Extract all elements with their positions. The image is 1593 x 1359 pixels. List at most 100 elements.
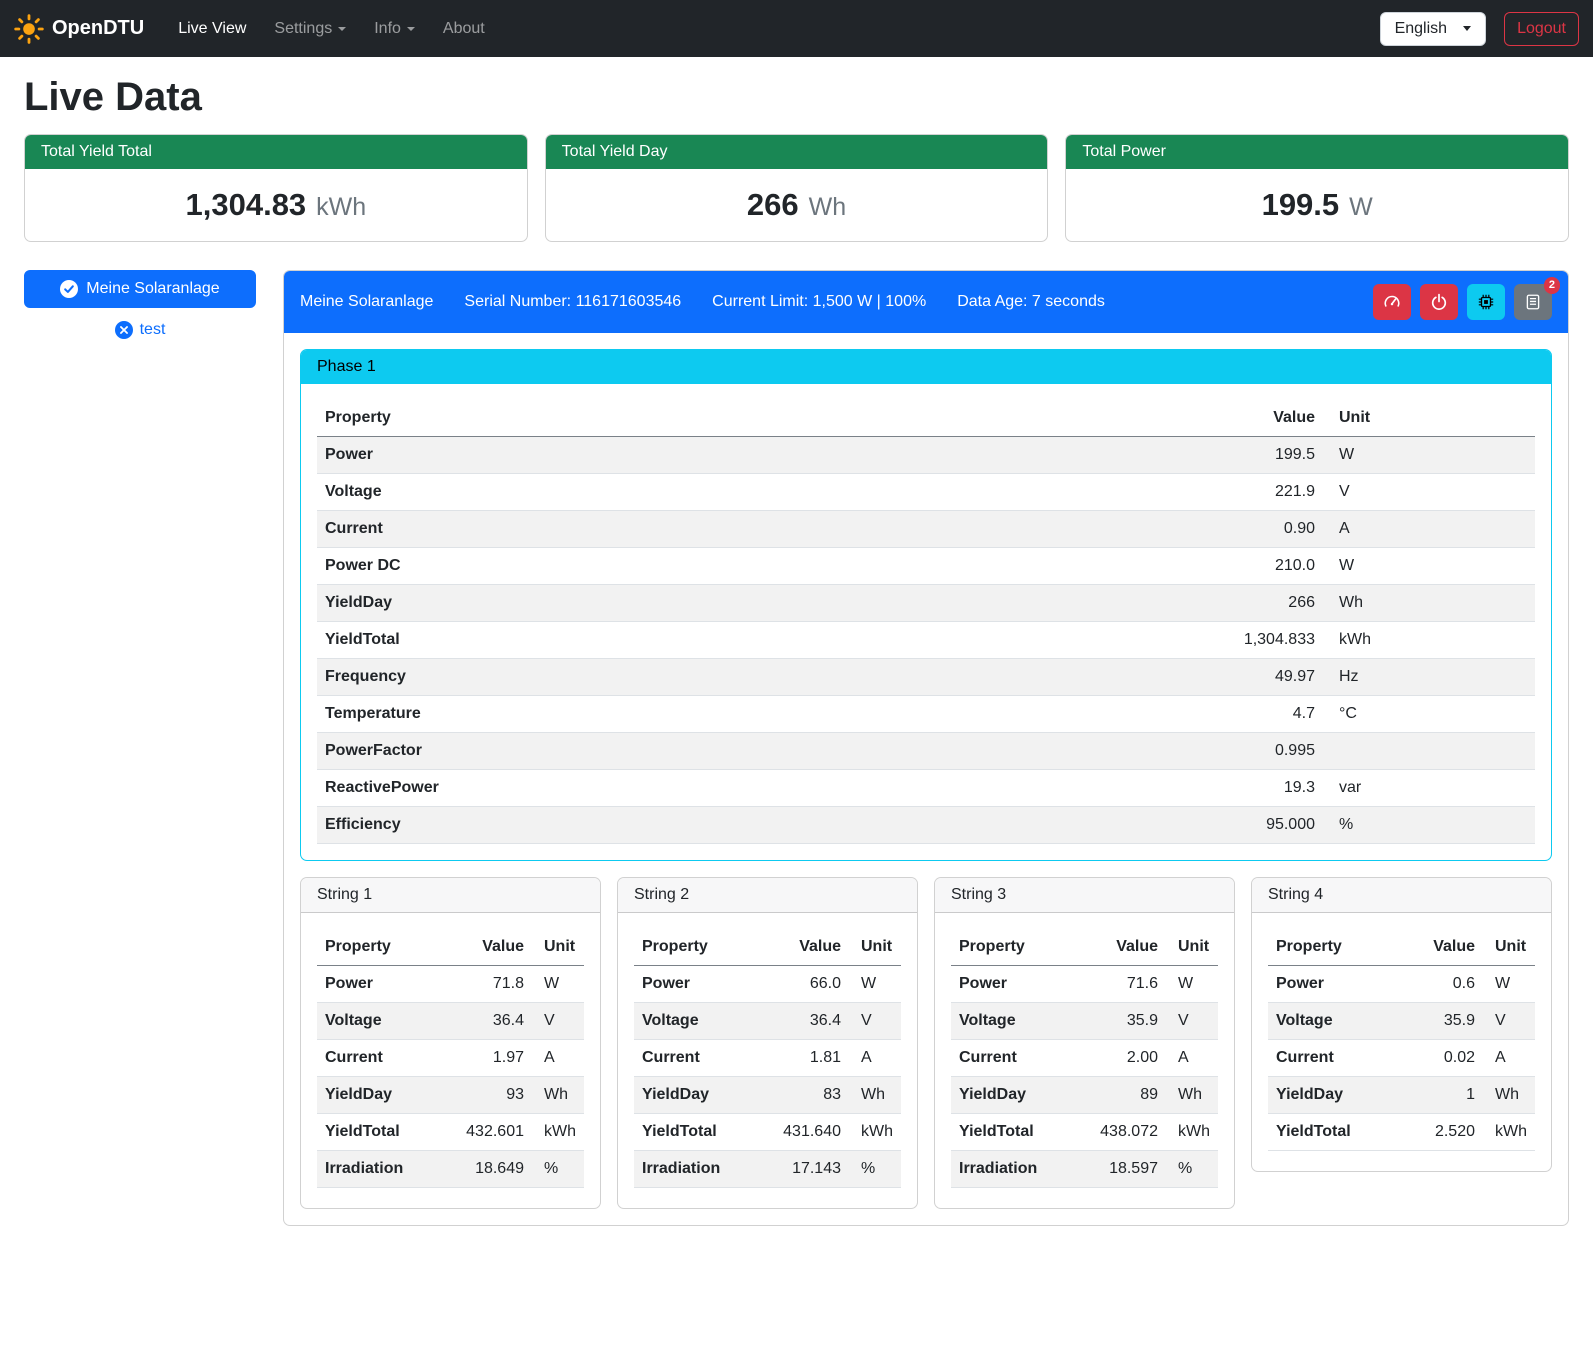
- row-value: 0.90: [919, 511, 1323, 548]
- table-row: Power71.8W: [317, 966, 584, 1003]
- language-select[interactable]: English: [1380, 12, 1486, 46]
- table-row: Power DC210.0W: [317, 548, 1535, 585]
- string-4-title: String 4: [1252, 878, 1551, 913]
- row-unit: W: [849, 966, 901, 1003]
- strings-row: String 1 Property Value Unit: [300, 877, 1552, 1209]
- logout-button[interactable]: Logout: [1504, 12, 1579, 46]
- chevron-down-icon: [407, 27, 415, 31]
- card-title: Total Yield Total: [25, 135, 527, 169]
- row-unit: A: [1323, 511, 1535, 548]
- row-property: Power: [634, 966, 755, 1003]
- table-row: Efficiency95.000%: [317, 807, 1535, 844]
- row-value: 89: [1072, 1077, 1166, 1114]
- table-row: Voltage35.9V: [951, 1003, 1218, 1040]
- total-yield-day-unit: Wh: [809, 193, 847, 222]
- row-value: 0.995: [919, 733, 1323, 770]
- limit-settings-button[interactable]: [1373, 284, 1411, 320]
- inverter-actions: 2: [1373, 284, 1552, 320]
- row-unit: Hz: [1323, 659, 1535, 696]
- speedometer-icon: [1383, 293, 1401, 311]
- row-unit: V: [1483, 1003, 1535, 1040]
- table-row: YieldDay83Wh: [634, 1077, 901, 1114]
- table-row: Power0.6W: [1268, 966, 1535, 1003]
- total-power-card: Total Power 199.5 W: [1065, 134, 1569, 242]
- col-property: Property: [1268, 929, 1399, 966]
- row-property: Irradiation: [951, 1151, 1072, 1188]
- table-row: YieldTotal1,304.833kWh: [317, 622, 1535, 659]
- row-property: Current: [634, 1040, 755, 1077]
- row-value: 35.9: [1072, 1003, 1166, 1040]
- event-count-badge: 2: [1544, 277, 1560, 294]
- row-value: 221.9: [919, 474, 1323, 511]
- inverter-item-test[interactable]: test: [24, 321, 256, 339]
- row-value: 83: [755, 1077, 849, 1114]
- col-value: Value: [1072, 929, 1166, 966]
- row-property: YieldTotal: [634, 1114, 755, 1151]
- nav-settings[interactable]: Settings: [262, 12, 358, 46]
- table-row: PowerFactor0.995: [317, 733, 1535, 770]
- x-circle-icon[interactable]: [115, 321, 133, 339]
- row-unit: Wh: [532, 1077, 584, 1114]
- inverter-list: Meine Solaranlage test: [24, 270, 256, 339]
- row-property: YieldTotal: [317, 1114, 438, 1151]
- inverter-item-selected[interactable]: Meine Solaranlage: [24, 270, 256, 308]
- row-unit: V: [1323, 474, 1535, 511]
- col-property: Property: [951, 929, 1072, 966]
- nav-live-view[interactable]: Live View: [166, 12, 258, 46]
- phase-table: Property Value Unit Power199.5W Voltage2…: [317, 400, 1535, 844]
- row-property: YieldDay: [1268, 1077, 1399, 1114]
- row-value: 1.97: [438, 1040, 532, 1077]
- col-unit: Unit: [532, 929, 584, 966]
- row-unit: kWh: [1323, 622, 1535, 659]
- row-property: YieldTotal: [317, 622, 919, 659]
- total-power-unit: W: [1349, 193, 1373, 222]
- row-unit: V: [532, 1003, 584, 1040]
- table-row: YieldTotal438.072kWh: [951, 1114, 1218, 1151]
- row-property: Power DC: [317, 548, 919, 585]
- total-power-value: 199.5: [1262, 187, 1340, 223]
- string-4-table: Property Value Unit Power0.6W Voltage35.…: [1268, 929, 1535, 1151]
- row-value: 19.3: [919, 770, 1323, 807]
- row-unit: A: [532, 1040, 584, 1077]
- card-title: Total Power: [1066, 135, 1568, 169]
- col-unit: Unit: [1166, 929, 1218, 966]
- row-property: Current: [1268, 1040, 1399, 1077]
- row-value: 2.520: [1399, 1114, 1483, 1151]
- string-1-card: String 1 Property Value Unit: [300, 877, 601, 1209]
- row-unit: Wh: [1323, 585, 1535, 622]
- power-button[interactable]: [1420, 284, 1458, 320]
- row-value: 1: [1399, 1077, 1483, 1114]
- total-yield-total-card: Total Yield Total 1,304.83 kWh: [24, 134, 528, 242]
- device-info-button[interactable]: [1467, 284, 1505, 320]
- table-row: Current0.02A: [1268, 1040, 1535, 1077]
- nav-info-label: Info: [374, 20, 401, 38]
- string-3-table: Property Value Unit Power71.6W Voltage35…: [951, 929, 1218, 1188]
- row-unit: W: [1323, 548, 1535, 585]
- row-property: YieldDay: [951, 1077, 1072, 1114]
- chevron-down-icon: [338, 27, 346, 31]
- row-property: Voltage: [951, 1003, 1072, 1040]
- row-property: Current: [951, 1040, 1072, 1077]
- row-property: Current: [317, 511, 919, 548]
- total-yield-total-value: 1,304.83: [186, 187, 307, 223]
- event-log-button[interactable]: 2: [1514, 284, 1552, 320]
- row-value: 66.0: [755, 966, 849, 1003]
- navbar-right: English Logout: [1380, 12, 1579, 46]
- string-2-table: Property Value Unit Power66.0W Voltage36…: [634, 929, 901, 1188]
- nav-about[interactable]: About: [431, 12, 497, 46]
- table-row: YieldTotal432.601kWh: [317, 1114, 584, 1151]
- journal-icon: [1524, 293, 1542, 311]
- nav-info[interactable]: Info: [362, 12, 427, 46]
- brand[interactable]: OpenDTU: [14, 14, 144, 44]
- row-property: YieldDay: [317, 1077, 438, 1114]
- table-header-row: Property Value Unit: [634, 929, 901, 966]
- nav-live-view-label: Live View: [178, 20, 246, 38]
- row-property: Voltage: [317, 474, 919, 511]
- row-unit: V: [849, 1003, 901, 1040]
- row-unit: kWh: [532, 1114, 584, 1151]
- page-title: Live Data: [24, 75, 1569, 120]
- table-row: Irradiation17.143%: [634, 1151, 901, 1188]
- table-row: Current0.90A: [317, 511, 1535, 548]
- row-value: 93: [438, 1077, 532, 1114]
- summary-cards-row: Total Yield Total 1,304.83 kWh Total Yie…: [24, 134, 1569, 242]
